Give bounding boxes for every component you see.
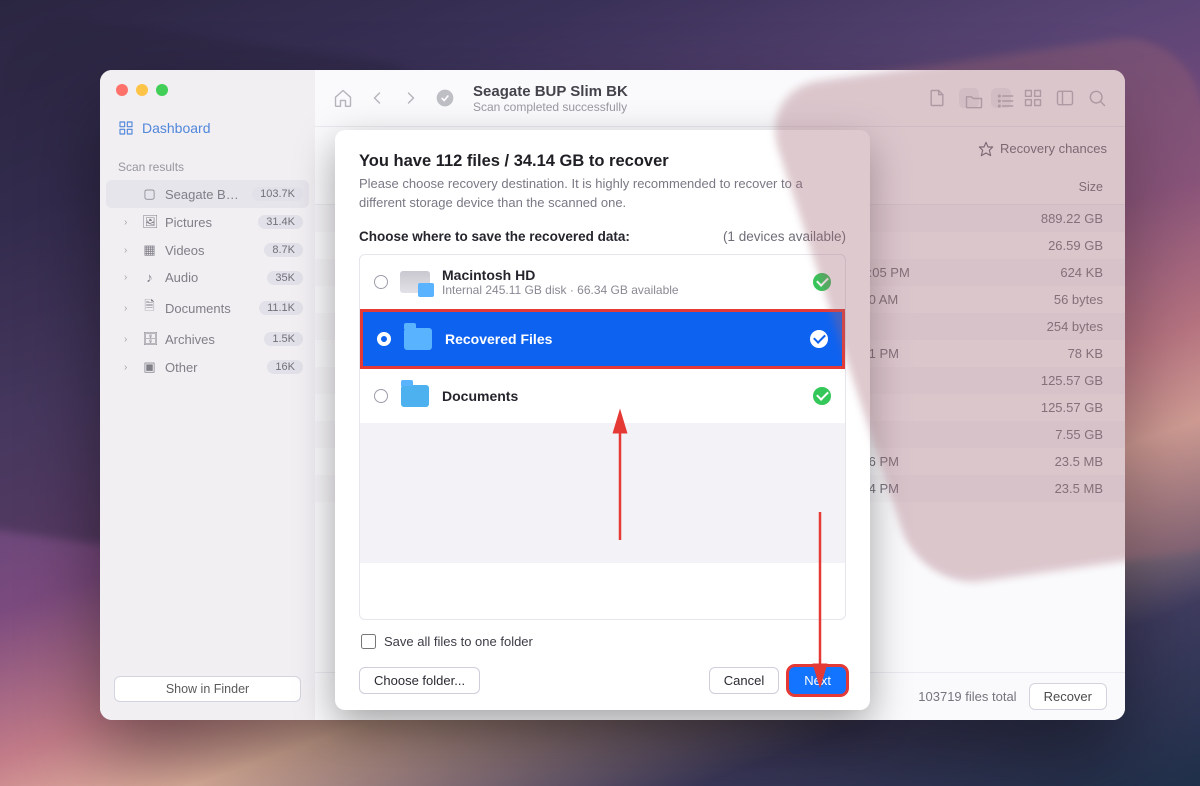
device-documents[interactable]: Documents [360, 369, 845, 423]
recovery-chances[interactable]: Recovery chances [978, 141, 1107, 157]
sidebar-item-documents[interactable]: › 🗎 Documents 11.1K [106, 291, 309, 325]
device-recovered-files[interactable]: Recovered Files [360, 309, 845, 369]
device-macintosh-hd[interactable]: Macintosh HD Internal 245.11 GB disk · 6… [360, 255, 845, 309]
dialog-subtitle: Please choose recovery destination. It i… [359, 175, 846, 213]
device-name: Documents [442, 388, 518, 404]
sidebar-item-label: Other [165, 360, 259, 375]
window-title: Seagate BUP Slim BK Scan completed succe… [473, 83, 628, 114]
files-total: 103719 files total [918, 689, 1016, 704]
sidebar-item-count: 1.5K [264, 332, 303, 346]
sidebar-item-count: 8.7K [264, 243, 303, 257]
save-all-checkbox[interactable]: Save all files to one folder [359, 620, 846, 659]
window-subtitle-text: Scan completed successfully [473, 100, 628, 114]
next-button[interactable]: Next [789, 667, 846, 694]
grid-icon [118, 120, 134, 136]
sidebar-item-count: 31.4K [258, 215, 303, 229]
window-controls [100, 84, 315, 110]
archive-icon: 🗄 [142, 331, 157, 347]
sidebar-toggle-icon[interactable] [1055, 88, 1075, 108]
device-name: Macintosh HD [442, 267, 679, 283]
show-in-finder-button[interactable]: Show in Finder [114, 676, 301, 702]
choose-destination-label: Choose where to save the recovered data:… [359, 229, 846, 244]
save-all-label: Save all files to one folder [384, 634, 533, 649]
dialog-title: You have 112 files / 34.14 GB to recover [359, 152, 846, 171]
sidebar-item-label: Audio [165, 270, 259, 285]
chevron-right-icon: › [124, 303, 134, 314]
hard-drive-icon [400, 267, 430, 297]
dialog-footer: Choose folder... Cancel Next [359, 659, 846, 694]
sidebar-item-pictures[interactable]: › 🖼 Pictures 31.4K [106, 208, 309, 236]
chevron-right-icon: › [124, 245, 134, 256]
recover-button[interactable]: Recover [1029, 683, 1107, 710]
image-icon: 🖼 [142, 214, 157, 230]
chevron-right-icon: › [124, 217, 134, 228]
sidebar-dashboard-label: Dashboard [142, 120, 211, 136]
sidebar-footer: Show in Finder [100, 676, 315, 708]
sidebar-item-count: 103.7K [252, 187, 303, 201]
video-icon: ▦ [142, 242, 157, 258]
checkbox-input[interactable] [361, 634, 376, 649]
radio-icon[interactable] [374, 389, 388, 403]
chevron-right-icon: › [124, 272, 134, 283]
sidebar: Dashboard Scan results ▢ Seagate BUP S..… [100, 70, 315, 720]
check-icon [813, 273, 831, 291]
star-icon [978, 141, 994, 157]
grid-view-icon[interactable] [1023, 88, 1043, 108]
minimize-icon[interactable] [136, 84, 148, 96]
sidebar-item-audio[interactable]: › ♪ Audio 35K [106, 264, 309, 291]
back-icon[interactable] [367, 88, 387, 108]
close-icon[interactable] [116, 84, 128, 96]
sidebar-item-label: Pictures [165, 215, 250, 230]
sidebar-item-archives[interactable]: › 🗄 Archives 1.5K [106, 325, 309, 353]
sidebar-item-seagate[interactable]: ▢ Seagate BUP S... 103.7K [106, 180, 309, 208]
chevron-right-icon: › [124, 334, 134, 345]
chevron-right-icon: › [124, 362, 134, 373]
radio-selected-icon[interactable] [377, 332, 391, 346]
radio-icon[interactable] [374, 275, 388, 289]
forward-icon[interactable] [401, 88, 421, 108]
audio-icon: ♪ [142, 270, 157, 285]
search-icon[interactable] [1087, 88, 1107, 108]
column-modified[interactable] [818, 180, 993, 194]
device-list-empty-area [360, 423, 845, 563]
list-view-icon[interactable] [991, 88, 1011, 108]
choose-folder-button[interactable]: Choose folder... [359, 667, 480, 694]
other-icon: ▣ [142, 359, 157, 375]
folder-icon [400, 381, 430, 411]
device-detail: Internal 245.11 GB disk · 66.34 GB avail… [442, 283, 679, 297]
cancel-button[interactable]: Cancel [709, 667, 779, 694]
sidebar-item-label: Seagate BUP S... [165, 187, 244, 202]
devices-available: (1 devices available) [723, 229, 846, 244]
toolbar-view-icons [927, 88, 1107, 108]
device-list: Macintosh HD Internal 245.11 GB disk · 6… [359, 254, 846, 620]
sidebar-item-count: 35K [267, 271, 303, 285]
maximize-icon[interactable] [156, 84, 168, 96]
device-name: Recovered Files [445, 331, 552, 347]
sidebar-item-other[interactable]: › ▣ Other 16K [106, 353, 309, 381]
disk-icon: ▢ [142, 186, 157, 202]
sidebar-dashboard[interactable]: Dashboard [100, 110, 315, 146]
success-check-icon [435, 88, 455, 108]
recovery-chances-label: Recovery chances [1000, 141, 1107, 156]
column-size[interactable]: Size [993, 180, 1103, 194]
check-icon [813, 387, 831, 405]
sidebar-item-videos[interactable]: › ▦ Videos 8.7K [106, 236, 309, 264]
folder-icon[interactable] [959, 88, 979, 108]
document-icon: 🗎 [142, 297, 157, 319]
home-icon[interactable] [333, 88, 353, 108]
sidebar-item-count: 11.1K [259, 301, 303, 315]
sidebar-item-label: Documents [165, 301, 251, 316]
sidebar-section-title: Scan results [100, 146, 315, 180]
sidebar-item-count: 16K [267, 360, 303, 374]
check-icon [810, 330, 828, 348]
sidebar-item-label: Videos [165, 243, 256, 258]
folder-icon [403, 324, 433, 354]
toolbar: Seagate BUP Slim BK Scan completed succe… [315, 70, 1125, 126]
window-title-text: Seagate BUP Slim BK [473, 83, 628, 100]
file-icon[interactable] [927, 88, 947, 108]
recovery-destination-dialog: You have 112 files / 34.14 GB to recover… [335, 130, 870, 710]
sidebar-item-label: Archives [165, 332, 256, 347]
